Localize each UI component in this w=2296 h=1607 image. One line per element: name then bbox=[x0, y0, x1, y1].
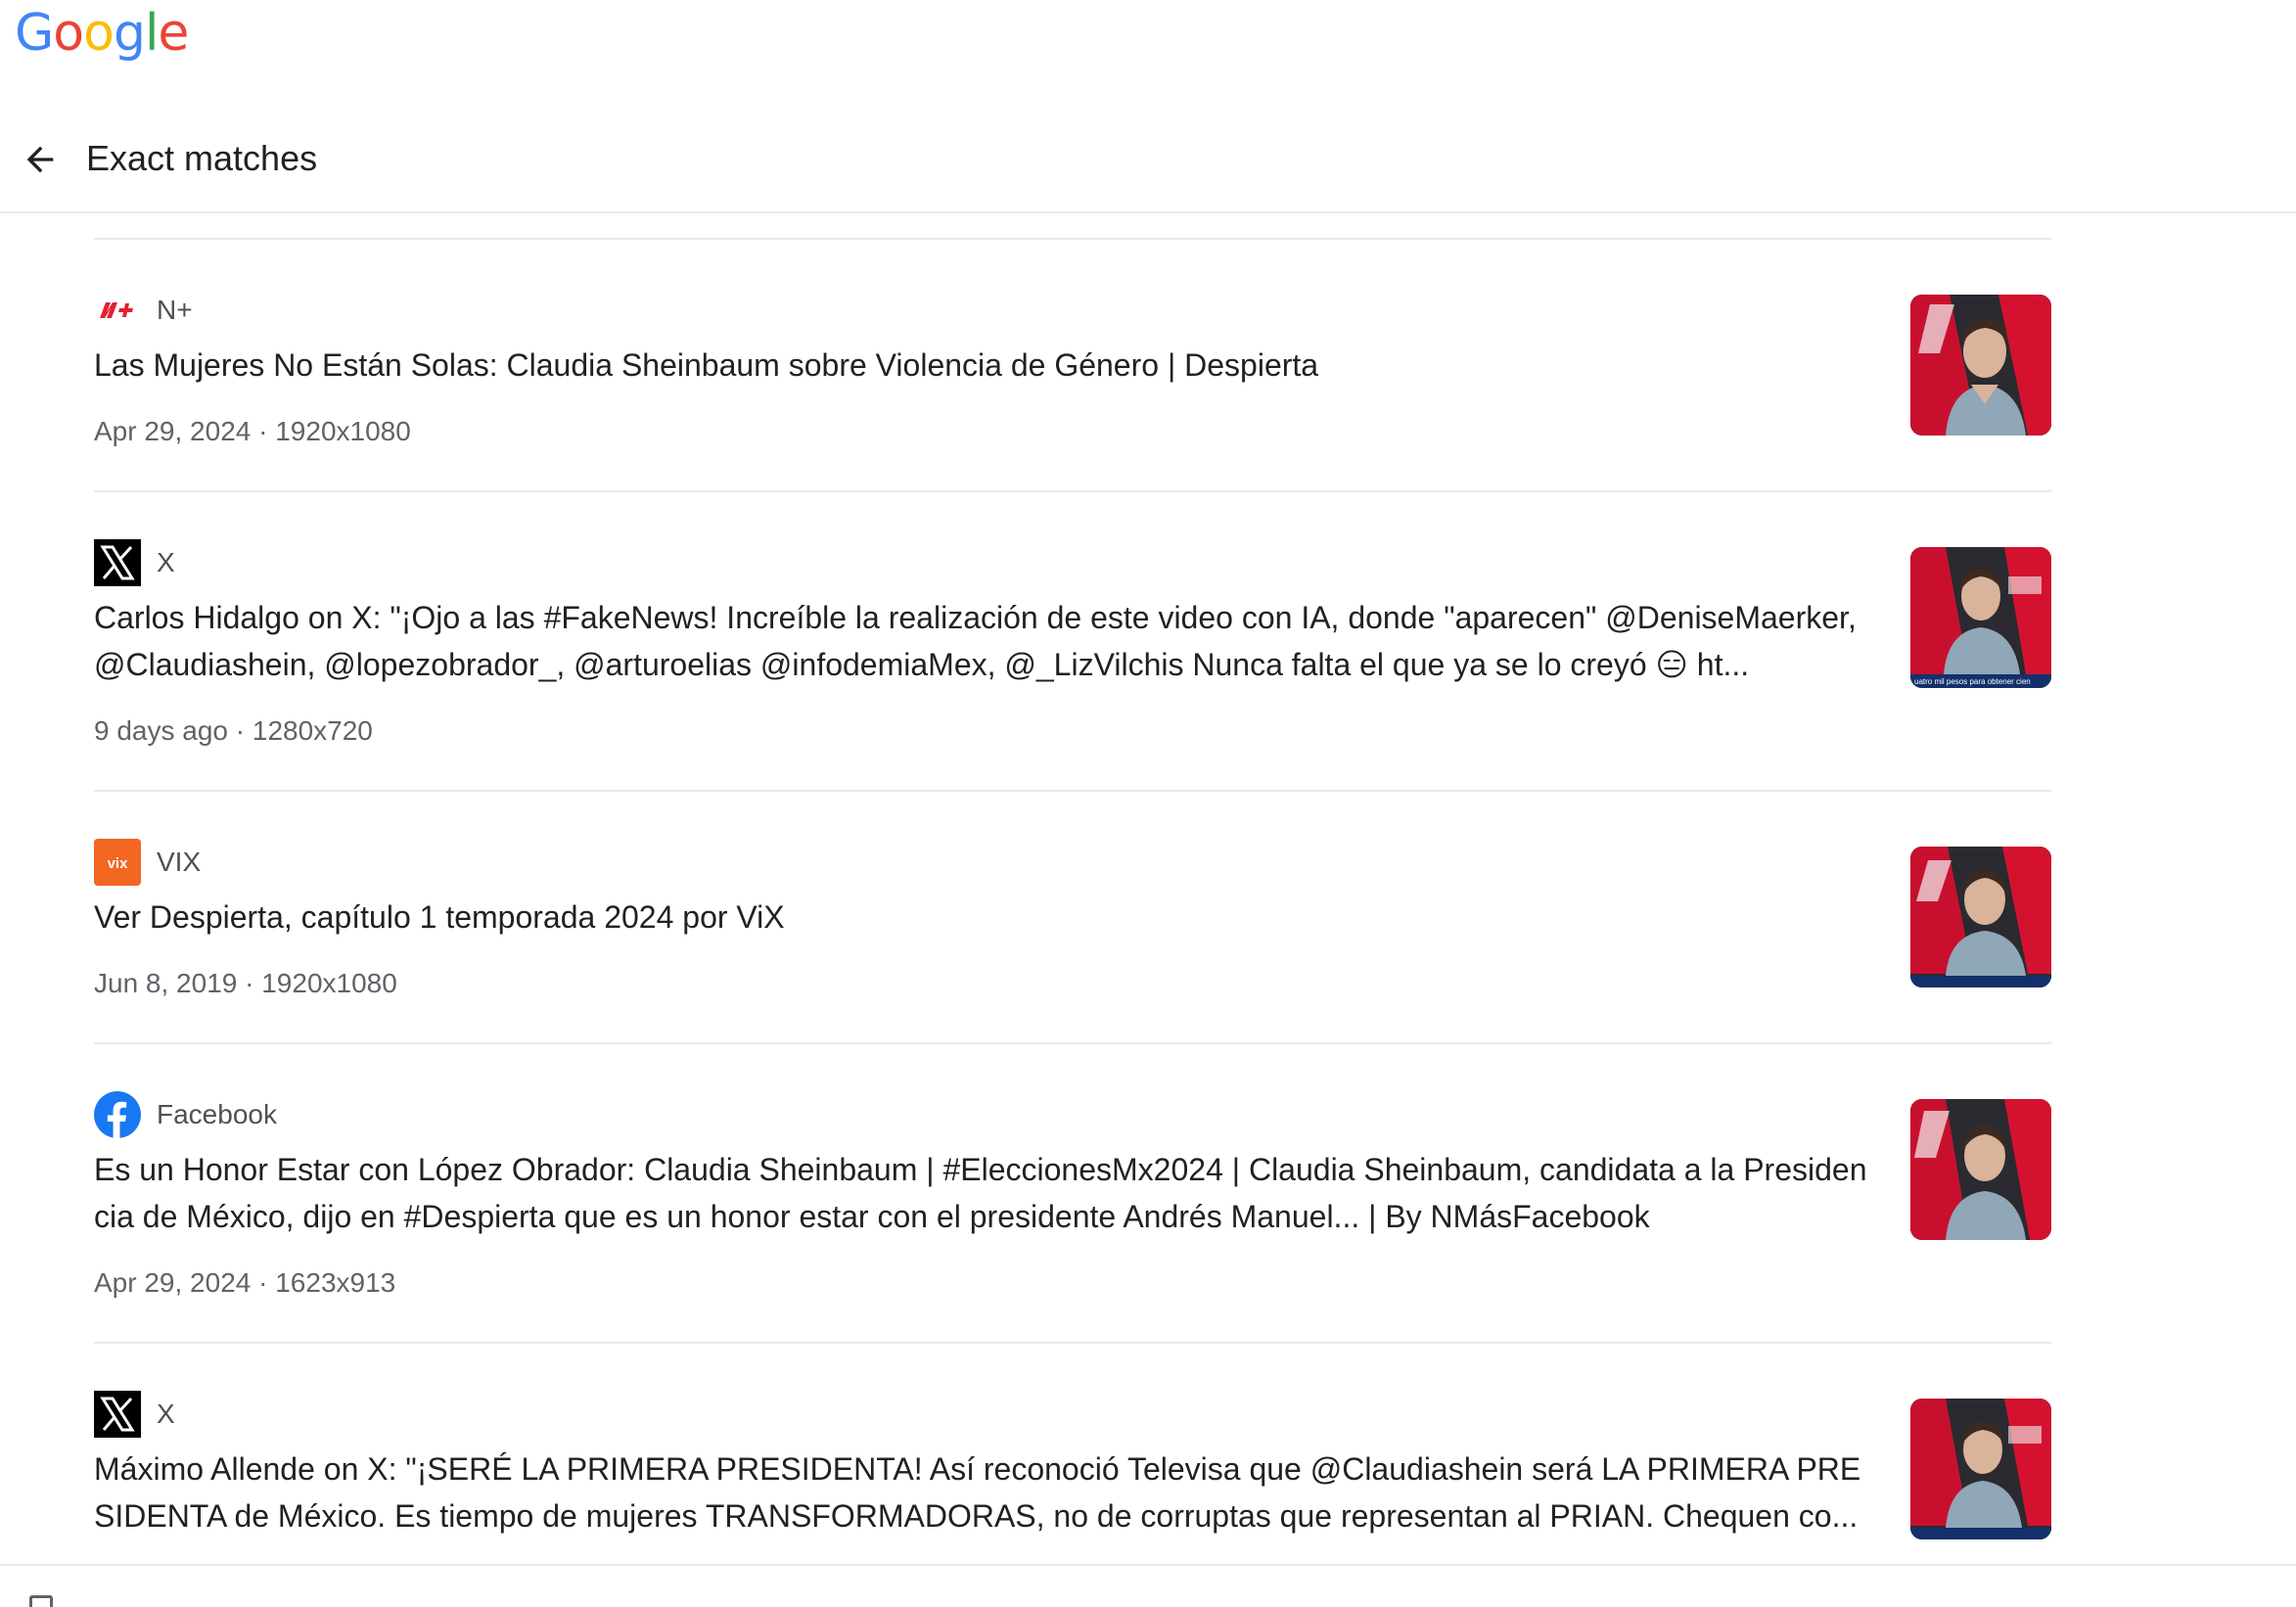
result-source[interactable]: vix VIX bbox=[94, 839, 201, 886]
result-thumbnail[interactable] bbox=[1910, 1399, 2051, 1539]
thumbnail-image bbox=[1910, 295, 2051, 436]
result-thumbnail[interactable] bbox=[1910, 295, 2051, 436]
page: Google Exact matches N+ Las Mujeres No E… bbox=[0, 0, 2296, 1607]
thumbnail-image bbox=[1910, 1399, 2051, 1539]
result-title-link[interactable]: Carlos Hidalgo on X: "¡Ojo a las #FakeNe… bbox=[94, 594, 1875, 688]
vix-logo-icon: vix bbox=[94, 839, 141, 886]
page-title: Exact matches bbox=[86, 138, 318, 178]
result-title-link[interactable]: Es un Honor Estar con López Obrador: Cla… bbox=[94, 1146, 1875, 1240]
logo-letter: G bbox=[15, 4, 54, 63]
back-button[interactable] bbox=[12, 131, 69, 188]
nmas-logo-icon bbox=[94, 287, 141, 334]
result-source[interactable]: X bbox=[94, 1391, 175, 1438]
feedback-icon[interactable] bbox=[29, 1595, 53, 1607]
result-source[interactable]: Facebook bbox=[94, 1091, 277, 1138]
x-logo-icon bbox=[94, 1391, 141, 1438]
list-item[interactable]: X Carlos Hidalgo on X: "¡Ojo a las #Fake… bbox=[94, 492, 2051, 792]
result-meta: Apr 29, 2024 · 1623x913 bbox=[94, 1267, 396, 1298]
thumbnail-image: uatro mil pesos para obtener cien bbox=[1910, 547, 2051, 688]
result-meta: Jun 8, 2019 · 1920x1080 bbox=[94, 968, 397, 998]
results-header: Exact matches bbox=[0, 110, 2296, 213]
result-thumbnail[interactable] bbox=[1910, 1099, 2051, 1240]
result-title-link[interactable]: Máximo Allende on X: "¡SERÉ LA PRIMERA P… bbox=[94, 1446, 1875, 1539]
source-name: X bbox=[157, 547, 175, 577]
source-name: N+ bbox=[157, 295, 193, 325]
logo-letter: o bbox=[53, 4, 84, 63]
result-title-link[interactable]: Ver Despierta, capítulo 1 temporada 2024… bbox=[94, 894, 1875, 941]
logo-letter: o bbox=[83, 4, 115, 63]
result-title-link[interactable]: Las Mujeres No Están Solas: Claudia Shei… bbox=[94, 342, 1875, 389]
facebook-logo-icon bbox=[94, 1091, 141, 1138]
source-name: X bbox=[157, 1399, 175, 1429]
source-name: Facebook bbox=[157, 1099, 277, 1129]
x-logo-icon bbox=[94, 539, 141, 586]
list-item[interactable]: Facebook Es un Honor Estar con López Obr… bbox=[94, 1044, 2051, 1344]
thumbnail-caption: uatro mil pesos para obtener cien bbox=[1914, 677, 2031, 686]
logo-letter: l bbox=[144, 4, 159, 63]
list-item[interactable]: N+ Las Mujeres No Están Solas: Claudia S… bbox=[94, 240, 2051, 492]
result-source[interactable]: X bbox=[94, 539, 175, 586]
feedback-footer bbox=[0, 1564, 2296, 1607]
result-thumbnail[interactable]: uatro mil pesos para obtener cien bbox=[1910, 547, 2051, 688]
result-source[interactable]: N+ bbox=[94, 287, 193, 334]
list-item[interactable]: X Máximo Allende on X: "¡SERÉ LA PRIMERA… bbox=[94, 1344, 2051, 1569]
results-list: N+ Las Mujeres No Están Solas: Claudia S… bbox=[94, 238, 2051, 1569]
logo-letter: e bbox=[158, 4, 189, 63]
arrow-left-icon bbox=[26, 146, 54, 173]
source-name: VIX bbox=[157, 847, 202, 877]
result-meta: Apr 29, 2024 · 1920x1080 bbox=[94, 416, 411, 446]
thumbnail-image bbox=[1910, 847, 2051, 987]
result-thumbnail[interactable] bbox=[1910, 847, 2051, 987]
google-logo[interactable]: Google bbox=[15, 4, 189, 63]
logo-letter: g bbox=[113, 4, 146, 63]
result-meta: 9 days ago · 1280x720 bbox=[94, 715, 373, 746]
list-item[interactable]: vix VIX Ver Despierta, capítulo 1 tempor… bbox=[94, 792, 2051, 1044]
thumbnail-image bbox=[1910, 1099, 2051, 1240]
svg-text:vix: vix bbox=[108, 855, 129, 872]
